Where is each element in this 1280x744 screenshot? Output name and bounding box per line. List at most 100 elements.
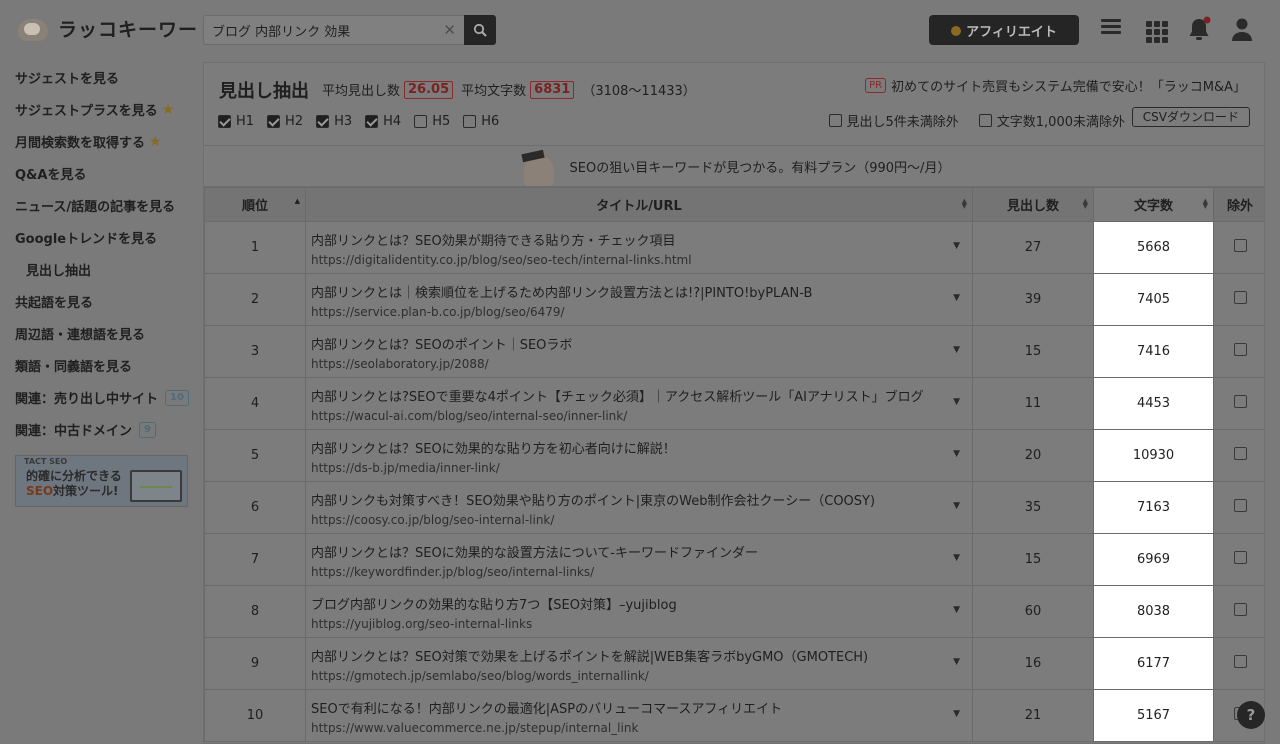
title-cell[interactable]: SEOで有利になる！内部リンクの最適化|ASPのバリューコマースアフィリエイト h… <box>305 689 973 742</box>
checkbox[interactable] <box>218 115 231 128</box>
filter-h1[interactable]: H1 <box>218 114 254 129</box>
chevron-down-icon[interactable]: ▼ <box>953 709 960 719</box>
chevron-down-icon[interactable]: ▼ <box>953 605 960 615</box>
title-cell[interactable]: 内部リンクとは？SEOに効果的な設置方法について-キーワードファインダー http… <box>305 533 973 586</box>
result-title[interactable]: 内部リンクとは？SEOに効果的な設置方法について-キーワードファインダー <box>311 542 972 561</box>
exclude-short-pages[interactable]: 文字数1,000未満除外 <box>978 111 1125 130</box>
filter-h6[interactable]: H6 <box>463 114 499 129</box>
filter-h2[interactable]: H2 <box>267 114 303 129</box>
result-url[interactable]: https://ds-b.jp/media/inner-link/ <box>311 461 972 475</box>
sidebar-item-news[interactable]: ニュース/話題の記事を見る <box>15 196 175 215</box>
checkbox[interactable] <box>978 114 992 127</box>
col-chars[interactable]: 文字数 ▲ ▼ <box>1093 187 1214 222</box>
col-headings[interactable]: 見出し数 ▲ ▼ <box>972 187 1094 222</box>
checkbox[interactable] <box>267 115 281 128</box>
exclude-checkbox[interactable] <box>1233 603 1247 616</box>
sidebar-item-monthly-volume[interactable]: 月間検索数を取得する ★ <box>15 132 162 152</box>
pr-link[interactable]: PR 初めてのサイト売買もシステム完備で安心！「ラッコM&A」 <box>865 76 1246 95</box>
title-cell[interactable]: 内部リンクとは？SEO対策で効果を上げるポイントを解説|WEB集客ラボbyGMO… <box>305 637 973 690</box>
csv-download-button[interactable]: CSVダウンロード <box>1131 107 1250 127</box>
chevron-down-icon[interactable]: ▼ <box>953 293 960 303</box>
sidebar-item-cooccurrence[interactable]: 共起語を見る <box>15 292 93 311</box>
clear-icon[interactable]: ✕ <box>443 21 456 39</box>
exclude-checkbox[interactable] <box>1233 343 1247 356</box>
exclude-checkbox[interactable] <box>1233 291 1247 304</box>
title-cell[interactable]: 内部リンクとは｜検索順位を上げるため内部リンク設置方法とは!?|PINTO!by… <box>305 273 973 326</box>
apps-grid-icon[interactable] <box>1143 18 1171 46</box>
paid-plan-promo[interactable]: SEOの狙い目キーワードが見つかる。有料プラン（990円〜/月） <box>204 145 1264 187</box>
exclude-checkbox[interactable] <box>1233 447 1247 460</box>
result-title[interactable]: ブログ内部リンクの効果的な貼り方7つ【SEO対策】–yujiblog <box>311 594 972 613</box>
chevron-down-icon[interactable]: ▼ <box>953 345 960 355</box>
checkbox[interactable] <box>365 115 379 128</box>
checkbox[interactable] <box>316 115 330 128</box>
filter-h4[interactable]: H4 <box>365 114 401 129</box>
search-input[interactable] <box>204 16 434 44</box>
user-icon[interactable] <box>1229 16 1257 44</box>
sidebar-item-related-words[interactable]: 周辺語・連想語を見る <box>15 324 145 343</box>
exclude-checkbox[interactable] <box>1233 655 1247 668</box>
logo[interactable]: ラッコキーワード <box>14 13 218 43</box>
tact-seo-banner[interactable]: TACT SEO 的確に分析できる SEO対策ツール! <box>15 455 188 507</box>
exclude-checkbox[interactable] <box>1233 499 1247 512</box>
bell-icon[interactable] <box>1186 16 1214 44</box>
sidebar-item-used-domains[interactable]: 関連：中古ドメイン 9 <box>15 420 156 439</box>
exclude-checkbox[interactable] <box>1233 551 1247 564</box>
result-url[interactable]: https://digitalidentity.co.jp/blog/seo/s… <box>311 253 972 267</box>
star-icon: ★ <box>161 101 175 118</box>
chevron-down-icon[interactable]: ▼ <box>953 657 960 667</box>
chevron-down-icon[interactable]: ▼ <box>953 241 960 251</box>
exclude-checkbox[interactable] <box>1233 239 1247 252</box>
checkbox[interactable] <box>463 115 477 128</box>
col-title[interactable]: タイトル/URL ▲ ▼ <box>305 187 973 222</box>
result-title[interactable]: 内部リンクとは？SEOのポイント｜SEOラボ <box>311 334 972 353</box>
filter-label: H1 <box>236 114 255 129</box>
title-cell[interactable]: ブログ内部リンクの効果的な貼り方7つ【SEO対策】–yujiblog https:… <box>305 585 973 638</box>
title-cell[interactable]: 内部リンクとは？SEOに効果的な貼り方を初心者向けに解説！ https://ds-… <box>305 429 973 482</box>
exclude-few-headings[interactable]: 見出し5件未満除外 <box>828 111 959 130</box>
sidebar-item-synonyms[interactable]: 類語・同義語を見る <box>15 356 132 375</box>
title-cell[interactable]: 内部リンクとは？SEO効果が期待できる貼り方・チェック項目 https://dig… <box>305 221 973 274</box>
result-url[interactable]: https://wacul-ai.com/blog/seo/internal-s… <box>311 409 972 423</box>
sidebar-item-sites-for-sale[interactable]: 関連：売り出し中サイト 10 <box>15 388 189 407</box>
menu-icon[interactable] <box>1097 16 1125 44</box>
sidebar-item-google-trends[interactable]: Googleトレンドを見る <box>15 228 157 247</box>
affiliate-button[interactable]: アフィリエイト <box>929 15 1079 45</box>
exclude-checkbox[interactable] <box>1233 395 1247 408</box>
chars-cell: 8038 <box>1093 585 1214 638</box>
checkbox[interactable] <box>414 115 428 128</box>
result-title[interactable]: 内部リンクとは？SEOに効果的な貼り方を初心者向けに解説！ <box>311 438 972 457</box>
title-cell[interactable]: 内部リンクも対策すべき！SEO効果や貼り方のポイント|東京のWeb制作会社クーシ… <box>305 481 973 534</box>
chevron-down-icon[interactable]: ▼ <box>953 553 960 563</box>
result-title[interactable]: SEOで有利になる！内部リンクの最適化|ASPのバリューコマースアフィリエイト <box>311 698 972 717</box>
title-cell[interactable]: 内部リンクとは?SEOで重要な4ポイント【チェック必須】｜アクセス解析ツール「A… <box>305 377 973 430</box>
result-url[interactable]: https://gmotech.jp/semlabo/seo/blog/word… <box>311 669 972 683</box>
sidebar-item-suggest-plus[interactable]: サジェストプラスを見る ★ <box>15 100 175 120</box>
sidebar-item-suggest[interactable]: サジェストを見る <box>15 68 119 87</box>
chevron-down-icon[interactable]: ▼ <box>953 449 960 459</box>
result-url[interactable]: https://keywordfinder.jp/blog/seo/intern… <box>311 565 972 579</box>
result-title[interactable]: 内部リンクとは？SEO効果が期待できる貼り方・チェック項目 <box>311 230 972 249</box>
table-row: 2 内部リンクとは｜検索順位を上げるため内部リンク設置方法とは!?|PINTO!b… <box>204 273 1264 326</box>
result-title[interactable]: 内部リンクとは?SEOで重要な4ポイント【チェック必須】｜アクセス解析ツール「A… <box>311 386 972 405</box>
col-rank[interactable]: 順位 ▲ <box>204 187 306 222</box>
sidebar-item-heading-extract[interactable]: 見出し抽出 <box>26 260 91 279</box>
result-url[interactable]: https://www.valuecommerce.ne.jp/stepup/i… <box>311 721 972 735</box>
result-title[interactable]: 内部リンクとは？SEO対策で効果を上げるポイントを解説|WEB集客ラボbyGMO… <box>311 646 972 665</box>
result-url[interactable]: https://seolaboratory.jp/2088/ <box>311 357 972 371</box>
search-button[interactable] <box>464 15 496 45</box>
filter-h3[interactable]: H3 <box>316 114 352 129</box>
chevron-down-icon[interactable]: ▼ <box>953 501 960 511</box>
sidebar-item-qa[interactable]: Q&Aを見る <box>15 164 86 183</box>
checkbox[interactable] <box>828 114 842 127</box>
help-button[interactable]: ? <box>1237 701 1265 729</box>
filter-h5[interactable]: H5 <box>414 114 450 129</box>
result-url[interactable]: https://service.plan-b.co.jp/blog/seo/64… <box>311 305 972 319</box>
result-url[interactable]: https://yujiblog.org/seo-internal-links <box>311 617 972 631</box>
result-url[interactable]: https://coosy.co.jp/blog/seo-internal-li… <box>311 513 972 527</box>
title-cell[interactable]: 内部リンクとは？SEOのポイント｜SEOラボ https://seolaborat… <box>305 325 973 378</box>
chevron-down-icon[interactable]: ▼ <box>953 397 960 407</box>
result-title[interactable]: 内部リンクとは｜検索順位を上げるため内部リンク設置方法とは!?|PINTO!by… <box>311 282 972 301</box>
result-title[interactable]: 内部リンクも対策すべき！SEO効果や貼り方のポイント|東京のWeb制作会社クーシ… <box>311 490 972 509</box>
filter-label: H6 <box>481 114 500 129</box>
